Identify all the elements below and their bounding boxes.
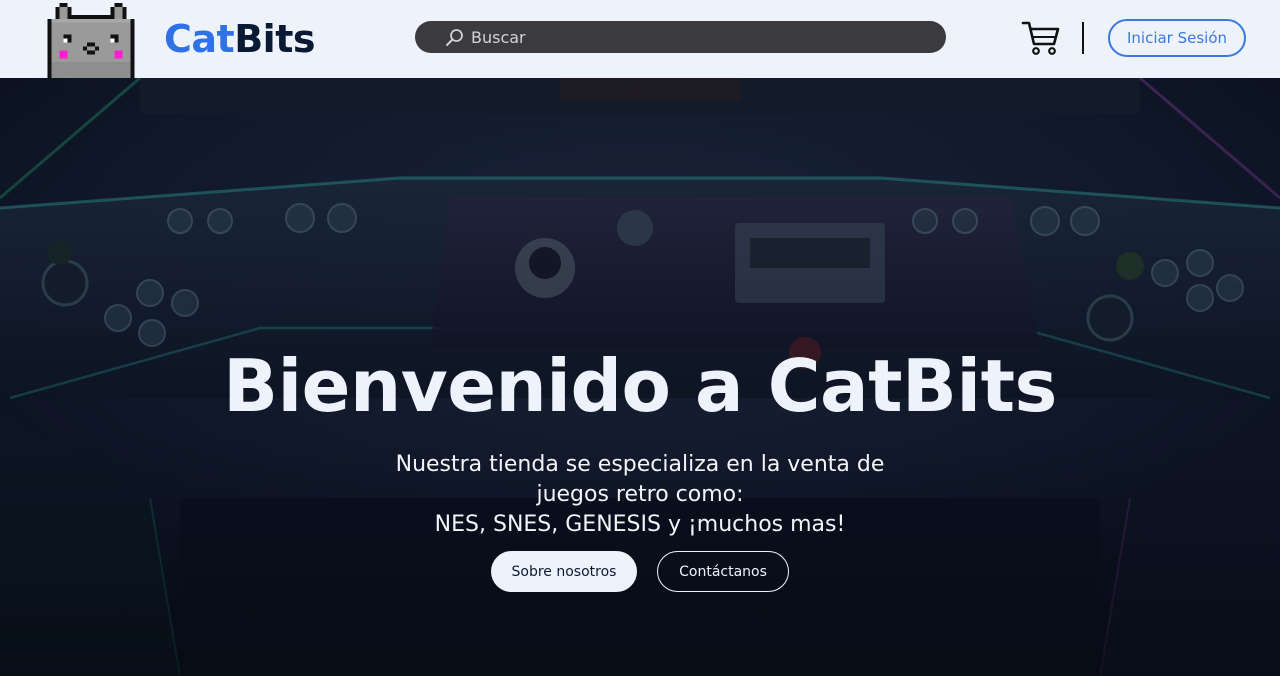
top-navbar: CatBits Iniciar Sesión: [0, 0, 1280, 78]
hero-subtitle-line: juegos retro como:: [536, 482, 744, 507]
pixel-cat-logo-icon[interactable]: [39, 3, 143, 78]
brand-name-part-2: Bits: [234, 17, 315, 61]
search-input[interactable]: [471, 21, 931, 53]
search-icon[interactable]: [445, 28, 464, 47]
login-button[interactable]: Iniciar Sesión: [1108, 19, 1246, 57]
hero-subtitle-line: NES, SNES, GENESIS y ¡muchos mas!: [434, 512, 846, 537]
brand-logo-text[interactable]: CatBits: [164, 17, 315, 61]
hero-title: Bienvenido a CatBits: [223, 344, 1057, 428]
brand-name-part-1: Cat: [164, 17, 235, 61]
search-bar: [415, 21, 946, 53]
contact-button[interactable]: Contáctanos: [657, 551, 789, 592]
hero-section: Bienvenido a CatBits Nuestra tienda se e…: [0, 78, 1280, 676]
about-us-button[interactable]: Sobre nosotros: [491, 551, 637, 592]
hero-subtitle: Nuestra tienda se especializa en la vent…: [340, 450, 940, 540]
hero-subtitle-line: Nuestra tienda se especializa en la vent…: [395, 452, 885, 477]
header-divider: [1082, 22, 1084, 54]
cart-icon[interactable]: [1021, 20, 1061, 56]
